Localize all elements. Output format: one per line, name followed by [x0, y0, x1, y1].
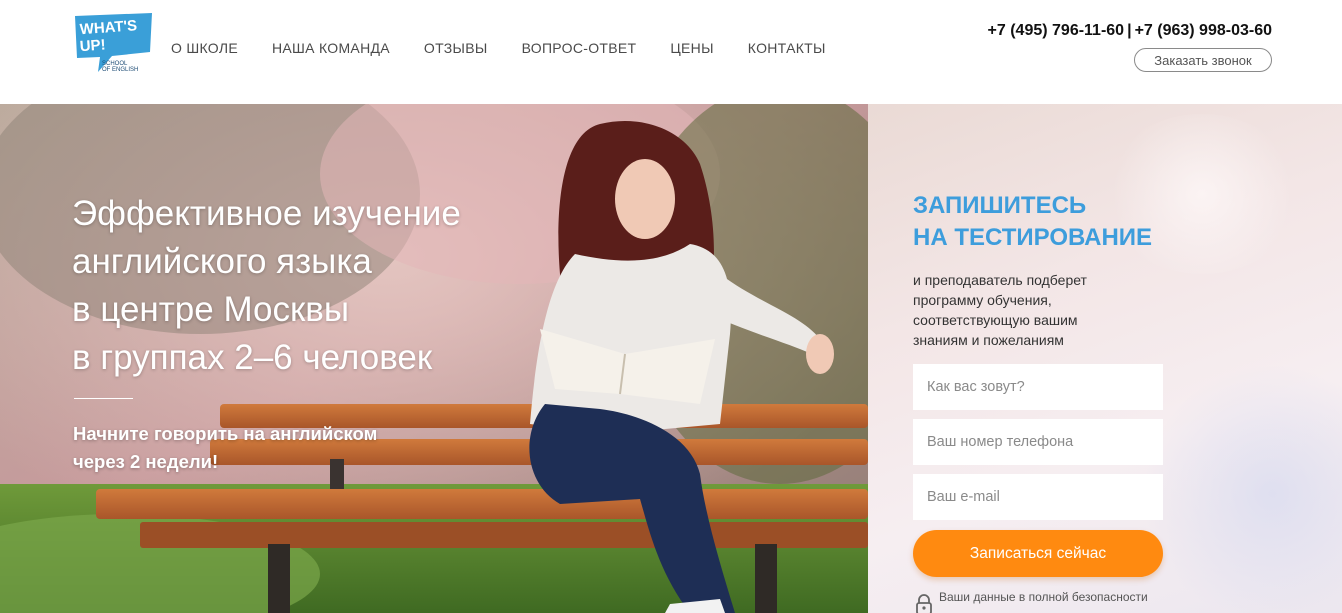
phone-separator: |	[1127, 22, 1132, 39]
panel-background-blur	[1142, 364, 1342, 613]
form-description-line: знаниям и пожеланиям	[913, 332, 1064, 348]
hero-section: Эффективное изучение английского языка в…	[0, 104, 868, 613]
signup-form-panel: ЗАПИШИТЕСЬ НА ТЕСТИРОВАНИЕ и преподавате…	[868, 104, 1342, 613]
signup-submit-button[interactable]: Записаться сейчас	[913, 530, 1163, 577]
whats-up-logo[interactable]: WHAT'S UP! SCHOOL OF ENGLISH	[72, 12, 156, 74]
form-title: ЗАПИШИТЕСЬ НА ТЕСТИРОВАНИЕ	[913, 190, 1152, 254]
form-description-line: соответствующую вашим	[913, 312, 1078, 328]
logo-text-line2: UP!	[79, 36, 106, 55]
order-callback-button[interactable]: Заказать звонок	[1134, 48, 1272, 72]
form-title-line: ЗАПИШИТЕСЬ	[913, 192, 1087, 219]
logo-text-line4: OF ENGLISH	[102, 67, 138, 73]
hero-divider	[74, 398, 133, 399]
hero-title: Эффективное изучение английского языка в…	[72, 190, 632, 382]
site-header: WHAT'S UP! SCHOOL OF ENGLISH О ШКОЛЕ НАШ…	[0, 0, 1342, 104]
nav-item-about[interactable]: О ШКОЛЕ	[171, 40, 238, 56]
nav-item-reviews[interactable]: ОТЗЫВЫ	[424, 40, 488, 56]
phone-numbers: +7 (495) 796-11-60 | +7 (963) 998-03-60	[988, 22, 1272, 40]
hero-title-line: в группах 2–6 человек	[72, 338, 433, 377]
form-description-line: и преподаватель подберет	[913, 272, 1087, 288]
main-nav: О ШКОЛЕ НАША КОМАНДА ОТЗЫВЫ ВОПРОС-ОТВЕТ…	[171, 40, 860, 56]
phone-number-2[interactable]: +7 (963) 998-03-60	[1135, 22, 1272, 39]
hero-title-line: Эффективное изучение	[72, 194, 461, 233]
privacy-text: Ваши данные в полной безопасности	[939, 590, 1148, 604]
hero-subtitle: Начните говорить на английском через 2 н…	[73, 420, 453, 476]
form-description-line: программу обучения,	[913, 292, 1052, 308]
nav-item-faq[interactable]: ВОПРОС-ОТВЕТ	[522, 40, 637, 56]
hero-subtitle-line: через 2 недели!	[73, 451, 219, 472]
form-title-line: НА ТЕСТИРОВАНИЕ	[913, 224, 1153, 251]
phone-input[interactable]	[913, 419, 1163, 465]
nav-item-contacts[interactable]: КОНТАКТЫ	[748, 40, 826, 56]
hero-subtitle-line: Начните говорить на английском	[73, 423, 378, 444]
privacy-notice: Ваши данные в полной безопасности	[913, 590, 1173, 613]
name-input[interactable]	[913, 364, 1163, 410]
nav-item-prices[interactable]: ЦЕНЫ	[670, 40, 713, 56]
nav-item-team[interactable]: НАША КОМАНДА	[272, 40, 390, 56]
hero-title-line: английского языка	[72, 242, 372, 281]
phone-number-1[interactable]: +7 (495) 796-11-60	[988, 22, 1125, 39]
lock-icon	[916, 594, 932, 613]
form-description: и преподаватель подберет программу обуче…	[913, 270, 1143, 350]
hero-title-line: в центре Москвы	[72, 290, 350, 329]
email-input[interactable]	[913, 474, 1163, 520]
